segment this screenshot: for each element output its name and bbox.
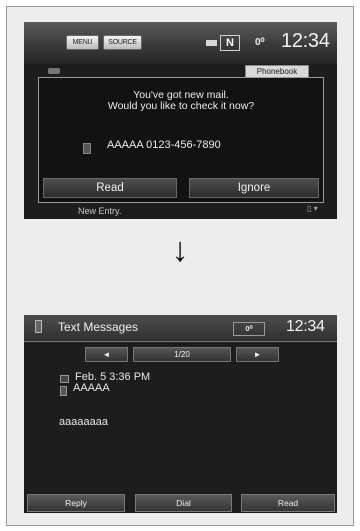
new-mail-popup: You've got new mail. Would you like to c…: [38, 77, 324, 203]
background-list-item: New Entry.: [78, 206, 122, 216]
popup-message-line2: Would you like to check it now?: [107, 100, 255, 112]
down-arrow-icon: ↓: [171, 231, 189, 269]
ignore-button[interactable]: Ignore: [189, 178, 319, 198]
message-body: aaaaaaaa: [59, 416, 108, 428]
gear-indicator: N: [220, 35, 240, 51]
signal-status: 0⁰: [255, 37, 265, 48]
read-button[interactable]: Read: [241, 494, 335, 512]
dial-button[interactable]: Dial: [135, 494, 232, 512]
battery-icon: [206, 40, 217, 46]
contact-number: AAAAA 0123-456-7890: [107, 139, 221, 151]
sender-phone-icon: [60, 386, 67, 396]
next-message-button[interactable]: ►: [236, 347, 279, 362]
signal-status: 0⁰: [233, 322, 265, 336]
title-bar: Text Messages 0⁰ 12:34: [24, 315, 337, 342]
top-bar: MENU SOURCE N 0⁰ 12:34: [24, 22, 337, 64]
mail-icon: [60, 375, 69, 383]
contact-phone-icon: [83, 143, 91, 154]
reply-button[interactable]: Reply: [27, 494, 125, 512]
previous-message-button[interactable]: ◄: [85, 347, 128, 362]
read-button[interactable]: Read: [43, 178, 177, 198]
clock: 12:34: [281, 30, 330, 52]
text-messages-screen: Text Messages 0⁰ 12:34 ◄ 1/20 ► Feb. 5 3…: [24, 315, 337, 513]
page-indicator: 1/20: [133, 347, 231, 362]
new-mail-screen: MENU SOURCE N 0⁰ 12:34 Phonebook New Ent…: [24, 22, 337, 219]
popup-message: You've got new mail. Would you like to c…: [39, 90, 323, 112]
clock: 12:34: [286, 318, 325, 335]
handset-icon: [48, 68, 60, 74]
message-sender: AAAAA: [73, 382, 110, 394]
phone-icon: [35, 320, 42, 333]
menu-button[interactable]: MENU: [66, 35, 99, 50]
scroll-indicator-icon: ▯ ▾: [307, 204, 318, 213]
screen-title: Text Messages: [58, 320, 139, 334]
source-button[interactable]: SOURCE: [103, 35, 142, 50]
